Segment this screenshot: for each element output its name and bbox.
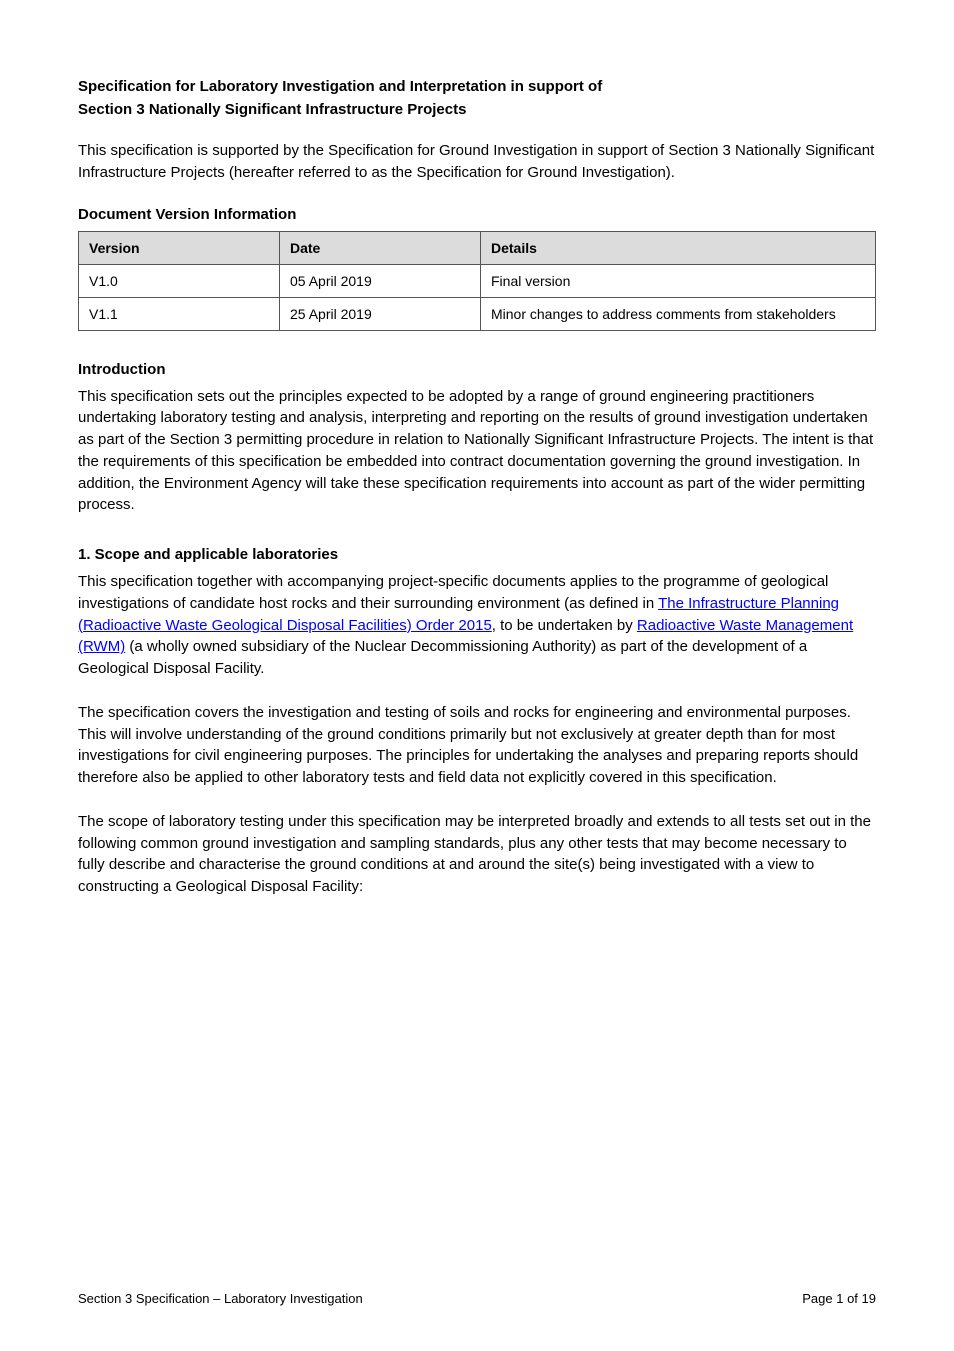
introduction-body: This specification sets out the principl…: [78, 386, 876, 517]
section-1-para-1: This specification together with accompa…: [78, 571, 876, 680]
section-1-heading: 1. Scope and applicable laboratories: [78, 546, 876, 563]
page-title-line2: Section 3 Nationally Significant Infrast…: [78, 101, 876, 118]
footer-right: Page 1 of 19: [802, 1291, 876, 1306]
version-info-label: Document Version Information: [78, 206, 876, 223]
table-row: V1.1 25 April 2019 Minor changes to addr…: [79, 297, 876, 330]
cell-date: 05 April 2019: [280, 264, 481, 297]
cell-details: Final version: [481, 264, 876, 297]
section-1-para-3: The scope of laboratory testing under th…: [78, 811, 876, 898]
cell-version: V1.1: [79, 297, 280, 330]
table-row: V1.0 05 April 2019 Final version: [79, 264, 876, 297]
cell-date: 25 April 2019: [280, 297, 481, 330]
cell-details: Minor changes to address comments from s…: [481, 297, 876, 330]
intro-paragraph: This specification is supported by the S…: [78, 140, 876, 184]
col-version: Version: [79, 231, 280, 264]
page-footer: Section 3 Specification – Laboratory Inv…: [78, 1291, 876, 1306]
page-title-line1: Specification for Laboratory Investigati…: [78, 78, 876, 95]
para1-suffix: (a wholly owned subsidiary of the Nuclea…: [78, 638, 807, 677]
table-header-row: Version Date Details: [79, 231, 876, 264]
col-date: Date: [280, 231, 481, 264]
introduction-heading: Introduction: [78, 361, 876, 378]
para1-mid: , to be undertaken by: [492, 617, 637, 634]
cell-version: V1.0: [79, 264, 280, 297]
section-1-para-2: The specification covers the investigati…: [78, 702, 876, 789]
col-details: Details: [481, 231, 876, 264]
version-table: Version Date Details V1.0 05 April 2019 …: [78, 231, 876, 331]
document-page: Specification for Laboratory Investigati…: [0, 0, 954, 1351]
footer-left: Section 3 Specification – Laboratory Inv…: [78, 1291, 363, 1306]
